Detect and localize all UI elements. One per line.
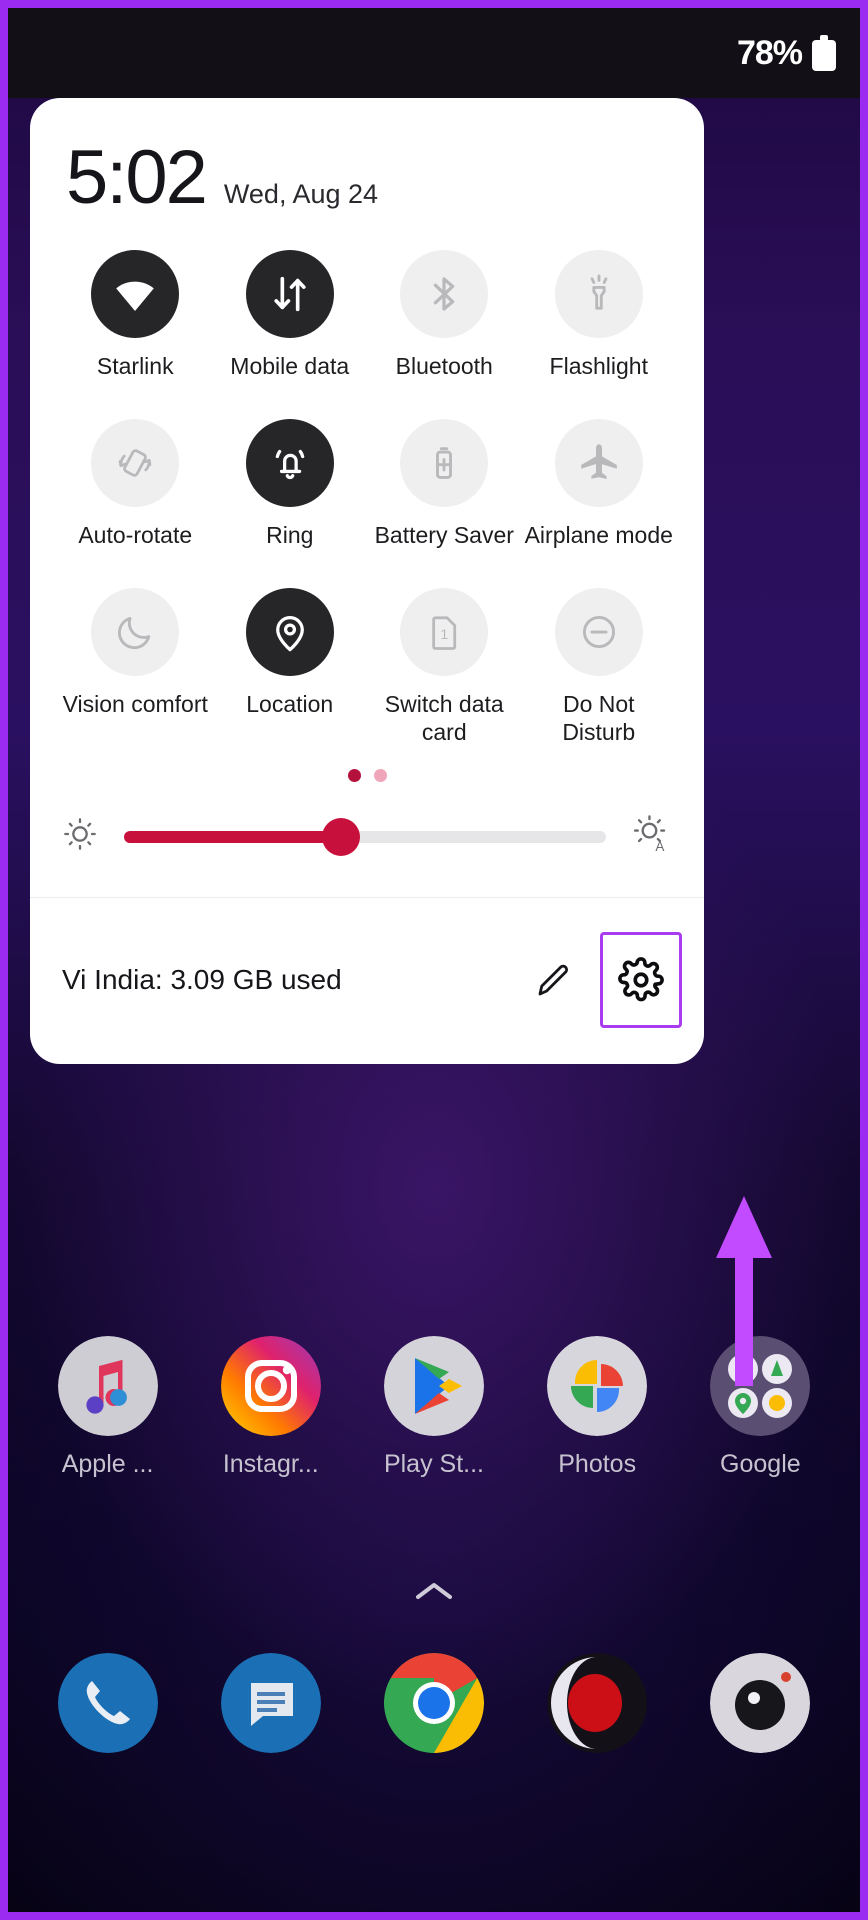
do-not-disturb-icon: [554, 587, 643, 676]
opera-icon: [547, 1653, 648, 1753]
brightness-auto-icon[interactable]: A: [630, 812, 674, 861]
qs-tile-switch-data-card[interactable]: 1 Switch data card: [367, 587, 522, 748]
qs-tile-label: Flashlight: [549, 353, 648, 379]
page-dot[interactable]: [347, 769, 361, 782]
qs-tile-label: Vision comfort: [62, 690, 208, 717]
brightness-low-icon: [60, 814, 100, 859]
qs-tile-do-not-disturb[interactable]: Do Not Disturb: [522, 587, 677, 748]
dock-app-camera[interactable]: [690, 1653, 830, 1753]
battery-icon: [812, 35, 836, 71]
qs-tile-label: Battery Saver: [374, 521, 514, 548]
dock-app-phone[interactable]: [38, 1653, 178, 1753]
clock-row: 5:02 Wed, Aug 24: [30, 98, 704, 216]
qs-tile-label: Starlink: [96, 353, 174, 379]
battery-percentage: 78%: [736, 33, 803, 72]
home-app-playst[interactable]: Play St...: [364, 1336, 504, 1479]
home-app-photos[interactable]: Photos: [527, 1336, 667, 1479]
quick-settings-tile-grid: Starlink Mobile data Bluetooth Flashlight Au…: [30, 216, 704, 747]
qs-tile-mobile-data[interactable]: Mobile data: [213, 250, 368, 381]
qs-tile-battery-saver[interactable]: Battery Saver: [367, 418, 522, 550]
sim-card-icon: 1: [400, 587, 489, 676]
instagram-icon: [220, 1336, 321, 1436]
brightness-slider-fill: [124, 830, 341, 843]
chevron-up-icon[interactable]: [8, 1576, 860, 1606]
chrome-icon: [383, 1653, 484, 1753]
home-app-apple[interactable]: Apple ...: [38, 1336, 178, 1479]
quick-settings-panel: 5:02 Wed, Aug 24 Starlink Mobile data Blue…: [30, 98, 704, 1064]
home-app-instagr[interactable]: Instagr...: [201, 1336, 341, 1479]
home-app-label: Instagr...: [222, 1450, 319, 1478]
status-bar: 78%: [8, 8, 860, 98]
dock-app-chrome[interactable]: [364, 1653, 504, 1753]
qs-tile-label: Mobile data: [230, 353, 350, 379]
messages-icon: [220, 1653, 321, 1753]
qs-tile-ring[interactable]: Ring: [213, 418, 368, 550]
gear-icon[interactable]: [600, 932, 682, 1028]
qs-tile-label: Switch data card: [384, 690, 504, 746]
auto-rotate-icon: [91, 418, 180, 507]
pencil-icon[interactable]: [516, 942, 592, 1018]
bell-icon: [245, 418, 334, 507]
home-app-label: Photos: [558, 1450, 637, 1478]
wifi-icon: [91, 250, 180, 338]
home-app-label: Google: [720, 1450, 801, 1478]
apple-music-icon: [57, 1336, 158, 1436]
moon-icon: [91, 587, 180, 676]
bluetooth-icon: [400, 250, 489, 338]
qs-tile-label: Do Not Disturb: [562, 690, 636, 746]
page-dot[interactable]: [373, 769, 387, 782]
tile-row-spacer: [58, 383, 676, 417]
page-indicator-dots: [30, 747, 704, 782]
clock-time: 5:02: [66, 135, 208, 220]
qs-tile-flashlight[interactable]: Flashlight: [522, 250, 677, 381]
qs-tile-vision-comfort[interactable]: Vision comfort: [58, 587, 213, 748]
svg-text:1: 1: [441, 626, 449, 642]
qs-tile-label: Auto-rotate: [78, 521, 193, 548]
flashlight-icon: [554, 250, 643, 338]
qs-tile-label: Airplane mode: [524, 521, 673, 548]
google-photos-icon: [547, 1336, 648, 1436]
dock-row: [8, 1653, 860, 1753]
annotated-screenshot-frame: 78% 5:02 Wed, Aug 24 Starlink Mobile data…: [0, 0, 868, 1920]
airplane-icon: [554, 418, 643, 507]
home-app-label: Apple ...: [61, 1450, 154, 1478]
dock-app-opera[interactable]: [527, 1653, 667, 1753]
tile-row-spacer: [58, 552, 676, 586]
camera-icon: [710, 1653, 811, 1753]
qs-tile-label: Bluetooth: [395, 353, 493, 379]
quick-settings-footer: Vi India: 3.09 GB used: [30, 897, 704, 1064]
play-store-icon: [383, 1336, 484, 1436]
svg-text:A: A: [655, 839, 664, 854]
brightness-slider-thumb[interactable]: [321, 817, 360, 856]
phone-icon: [57, 1653, 158, 1753]
qs-tile-location[interactable]: Location: [213, 587, 368, 748]
location-pin-icon: [245, 587, 334, 676]
home-app-label: Play St...: [383, 1450, 484, 1478]
brightness-slider-row[interactable]: A: [30, 782, 704, 861]
qs-tile-auto-rotate[interactable]: Auto-rotate: [58, 418, 213, 550]
clock-date: Wed, Aug 24: [223, 179, 379, 209]
qs-tile-label: Location: [246, 690, 334, 717]
qs-tile-bluetooth[interactable]: Bluetooth: [367, 250, 522, 381]
qs-tile-airplane-mode[interactable]: Airplane mode: [522, 418, 677, 550]
qs-tile-starlink[interactable]: Starlink: [58, 250, 213, 381]
mobile-data-icon: [245, 250, 334, 338]
qs-tile-label: Ring: [266, 521, 314, 548]
battery-saver-icon: [400, 418, 489, 507]
data-usage-label: Vi India: 3.09 GB used: [62, 964, 342, 995]
phone-screen: 78% 5:02 Wed, Aug 24 Starlink Mobile data…: [8, 8, 860, 1912]
brightness-slider-track[interactable]: [124, 817, 606, 856]
dock-app-messages[interactable]: [201, 1653, 341, 1753]
annotation-arrow-icon: [716, 1196, 772, 1386]
